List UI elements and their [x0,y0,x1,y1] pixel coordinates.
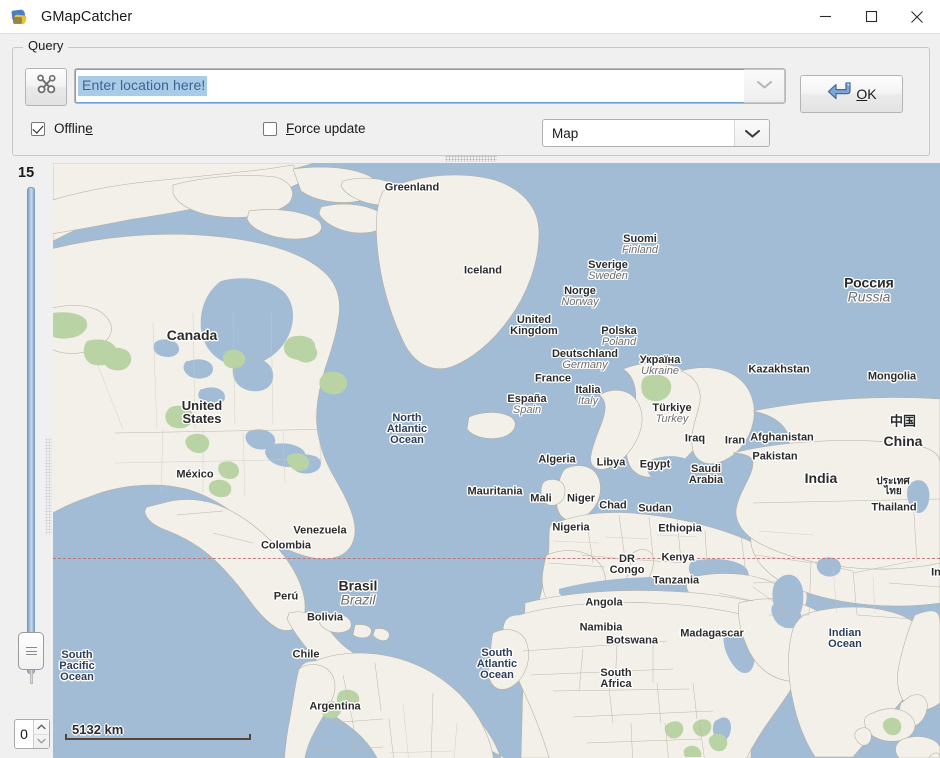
offline-label: Offline [54,121,93,136]
gmapcatcher-window: GMapCatcher Query Enter location here! O… [0,0,940,758]
zoom-stepper-buttons [33,720,49,748]
maximize-icon[interactable] [848,0,894,33]
zoom-level-value[interactable]: 0 [15,720,33,748]
query-panel: Query Enter location here! Offline Force… [12,38,930,156]
enter-return-arrow-icon [826,81,854,108]
map-type-select[interactable]: Map [542,119,770,147]
ok-button-label: OK [856,86,877,102]
map-canvas[interactable]: .ld{fill:#f2f0e9;stroke:#b3ada0;stroke-w… [53,163,940,758]
location-history-dropdown[interactable] [744,69,785,103]
chevron-up-icon[interactable] [34,720,49,735]
chevron-down-icon [756,77,773,95]
scale-bar-label: 5132 km [72,722,124,737]
force-update-checkbox-box [263,121,277,136]
search-input[interactable]: Enter location here! [75,69,744,103]
tools-wrench-screwdriver-icon [36,74,57,100]
scale-bar-line [65,734,251,740]
zoom-max-label: 15 [18,165,35,181]
query-legend: Query [23,38,69,53]
vertical-pane-splitter[interactable] [45,438,52,535]
ok-button[interactable]: OK [800,75,903,113]
equator-line [53,558,940,559]
offline-checkbox[interactable]: Offline [31,121,93,136]
chevron-down-icon[interactable] [34,735,49,749]
zoom-slider-trough[interactable] [27,187,35,674]
window-title: GMapCatcher [41,8,133,25]
chevron-down-icon [734,120,769,146]
window-controls [802,0,940,33]
zoom-level-stepper[interactable]: 0 [14,719,50,749]
zoom-slider[interactable] [18,187,44,684]
minimize-icon[interactable] [802,0,848,33]
map-geometry: .ld{fill:#f2f0e9;stroke:#b3ada0;stroke-w… [53,163,940,758]
horizontal-pane-splitter[interactable] [445,155,497,162]
title-bar: GMapCatcher [0,0,940,34]
close-icon[interactable] [894,0,940,33]
tools-button[interactable] [25,68,67,106]
search-input-value: Enter location here! [78,76,208,96]
zoom-slider-handle[interactable] [18,632,44,670]
offline-checkbox-box [31,121,45,136]
location-combo: Enter location here! [74,68,786,104]
force-update-label: Force update [286,121,366,136]
gmapcatcher-globe-icon [10,7,30,27]
query-options-row: Offline Force update Map [13,114,929,148]
map-scale-bar: 5132 km [65,720,251,740]
force-update-checkbox[interactable]: Force update [263,121,366,136]
map-type-value: Map [552,125,579,141]
